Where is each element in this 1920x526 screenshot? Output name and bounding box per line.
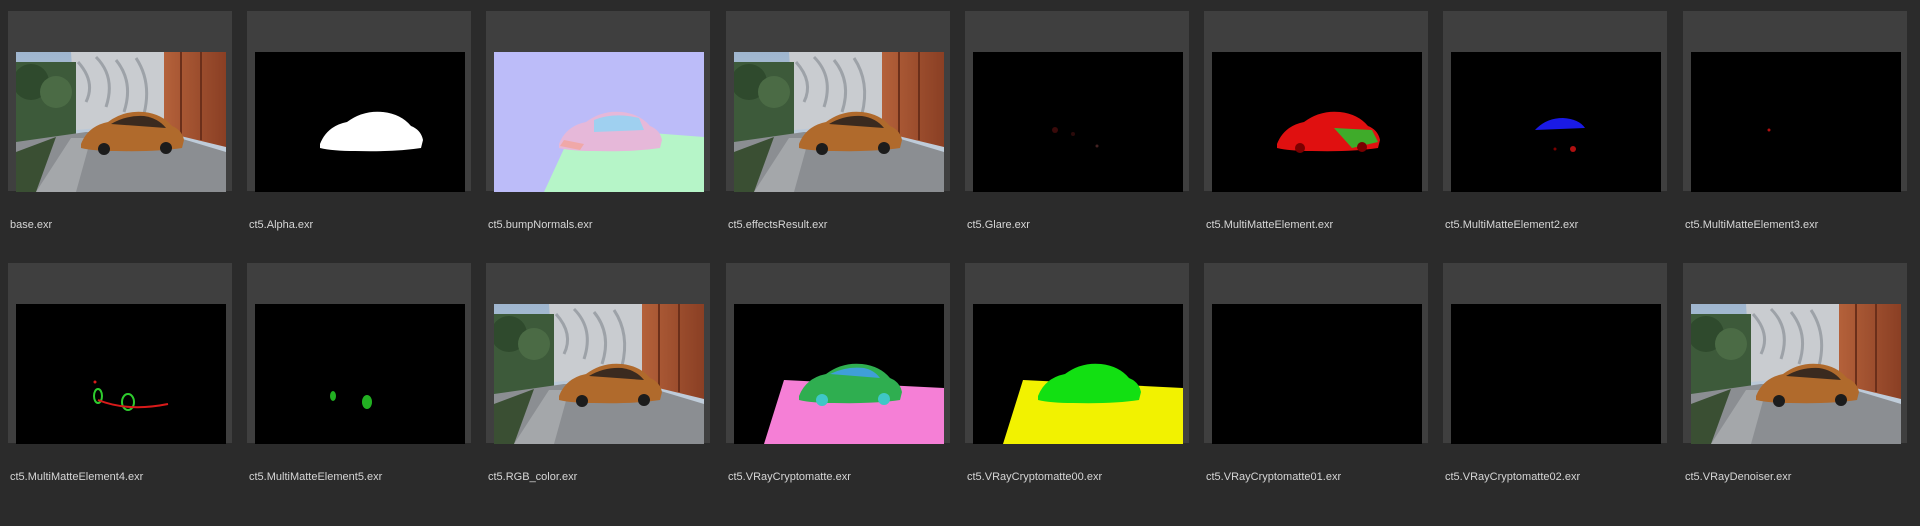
- file-tile[interactable]: ct5.VRayCryptomatte02.exr: [1443, 263, 1682, 508]
- thumbnail-frame[interactable]: [247, 11, 471, 192]
- file-name: ct5.Alpha.exr: [249, 219, 314, 231]
- thumbnail-frame[interactable]: [726, 263, 950, 444]
- thumbnail-image: [1212, 304, 1422, 444]
- file-name: ct5.VRayCryptomatte00.exr: [967, 471, 1103, 483]
- thumbnail-image: [734, 304, 944, 444]
- thumbnail-frame[interactable]: [1443, 263, 1667, 444]
- thumbnail-image: [1451, 52, 1661, 192]
- thumbnail-image: [1212, 52, 1422, 192]
- file-tile[interactable]: ct5.VRayCryptomatte.exr: [726, 263, 965, 508]
- file-name: ct5.MultiMatteElement5.exr: [249, 471, 383, 483]
- thumbnail-frame[interactable]: [8, 11, 232, 192]
- file-tile[interactable]: ct5.Glare.exr: [965, 11, 1204, 256]
- file-name: ct5.VRayDenoiser.exr: [1685, 471, 1792, 483]
- thumbnail-frame[interactable]: [1683, 263, 1907, 444]
- thumbnail-image: [16, 304, 226, 444]
- file-name: ct5.VRayCryptomatte.exr: [728, 471, 851, 483]
- thumbnail-image: [16, 52, 226, 192]
- thumbnail-image: [1691, 304, 1901, 444]
- file-tile[interactable]: ct5.MultiMatteElement3.exr: [1683, 11, 1920, 256]
- file-name: ct5.VRayCryptomatte02.exr: [1445, 471, 1581, 483]
- thumbnail-image: [1691, 52, 1901, 192]
- file-name: base.exr: [10, 219, 53, 231]
- file-name: ct5.RGB_color.exr: [488, 471, 578, 483]
- file-tile[interactable]: ct5.effectsResult.exr: [726, 11, 965, 256]
- file-name: ct5.MultiMatteElement4.exr: [10, 471, 144, 483]
- file-tile[interactable]: ct5.RGB_color.exr: [486, 263, 725, 508]
- file-name: ct5.MultiMatteElement3.exr: [1685, 219, 1819, 231]
- thumbnail-image: [494, 304, 704, 444]
- thumbnail-frame[interactable]: [965, 263, 1189, 444]
- file-tile[interactable]: ct5.MultiMatteElement.exr: [1204, 11, 1443, 256]
- file-name: ct5.MultiMatteElement2.exr: [1445, 219, 1579, 231]
- file-tile[interactable]: ct5.VRayCryptomatte00.exr: [965, 263, 1204, 508]
- file-name: ct5.MultiMatteElement.exr: [1206, 219, 1334, 231]
- file-name: ct5.Glare.exr: [967, 219, 1030, 231]
- thumbnail-image: [973, 52, 1183, 192]
- thumbnail-image: [494, 52, 704, 192]
- file-grid: base.exr ct5.Alpha.exr ct5.bumpNormals.ex…: [0, 0, 1920, 526]
- thumbnail-image: [1451, 304, 1661, 444]
- thumbnail-frame[interactable]: [8, 263, 232, 444]
- thumbnail-frame[interactable]: [486, 263, 710, 444]
- file-tile[interactable]: ct5.bumpNormals.exr: [486, 11, 725, 256]
- thumbnail-frame[interactable]: [1683, 11, 1907, 192]
- file-tile[interactable]: ct5.MultiMatteElement5.exr: [247, 263, 486, 508]
- file-name: ct5.effectsResult.exr: [728, 219, 828, 231]
- file-tile[interactable]: ct5.MultiMatteElement2.exr: [1443, 11, 1682, 256]
- thumbnail-image: [734, 52, 944, 192]
- file-tile[interactable]: ct5.Alpha.exr: [247, 11, 486, 256]
- file-tile[interactable]: base.exr: [8, 11, 247, 256]
- thumbnail-image: [255, 52, 465, 192]
- file-name: ct5.VRayCryptomatte01.exr: [1206, 471, 1342, 483]
- thumbnail-frame[interactable]: [1443, 11, 1667, 192]
- file-tile[interactable]: ct5.VRayDenoiser.exr: [1683, 263, 1920, 508]
- thumbnail-frame[interactable]: [1204, 263, 1428, 444]
- thumbnail-frame[interactable]: [726, 11, 950, 192]
- thumbnail-image: [973, 304, 1183, 444]
- thumbnail-frame[interactable]: [247, 263, 471, 444]
- file-tile[interactable]: ct5.MultiMatteElement4.exr: [8, 263, 247, 508]
- thumbnail-image: [255, 304, 465, 444]
- file-tile[interactable]: ct5.VRayCryptomatte01.exr: [1204, 263, 1443, 508]
- file-name: ct5.bumpNormals.exr: [488, 219, 593, 231]
- thumbnail-frame[interactable]: [1204, 11, 1428, 192]
- thumbnail-frame[interactable]: [486, 11, 710, 192]
- thumbnail-frame[interactable]: [965, 11, 1189, 192]
